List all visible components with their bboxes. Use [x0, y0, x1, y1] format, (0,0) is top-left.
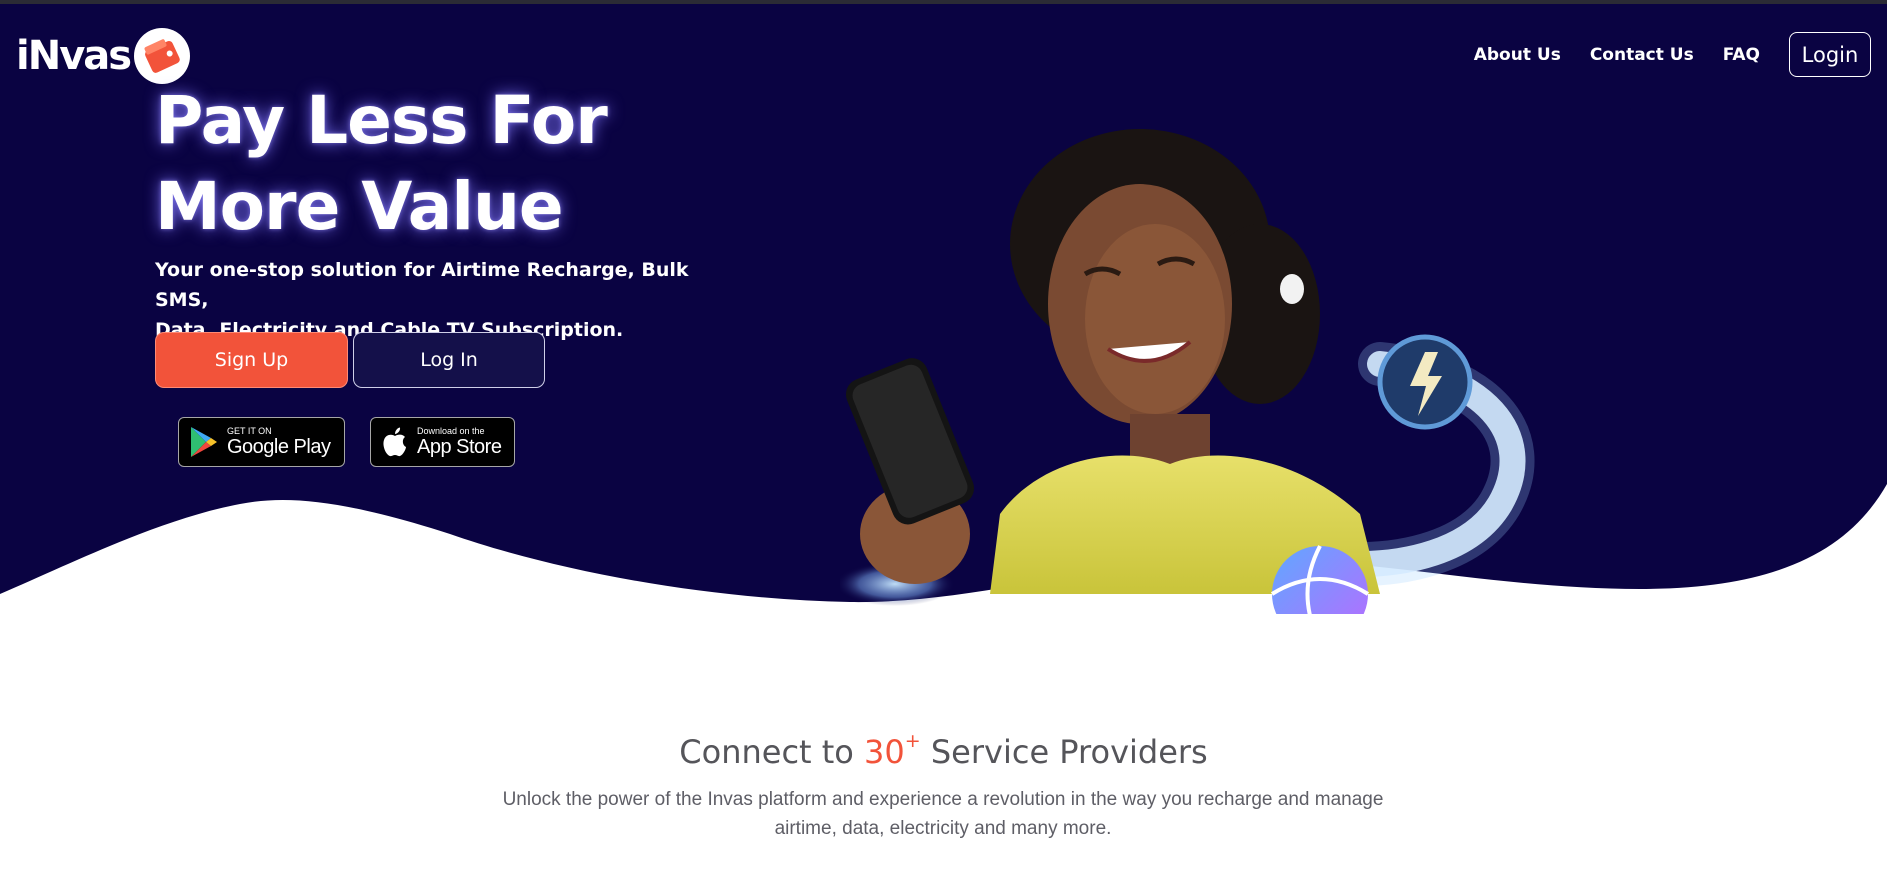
- sign-up-button[interactable]: Sign Up: [155, 332, 348, 388]
- hero-title: Pay Less For More Value: [155, 78, 775, 250]
- providers-title-prefix: Connect to: [679, 733, 854, 771]
- app-store-small-text: Download on the: [417, 426, 485, 436]
- hero-section: iNvas About Us Contact Us FAQ Login Pay …: [0, 4, 1887, 624]
- logo[interactable]: iNvas: [16, 26, 191, 86]
- google-play-big-text: Google Play: [227, 436, 331, 458]
- hero-subtitle-line-1: Your one-stop solution for Airtime Recha…: [155, 259, 689, 311]
- logo-text: iNvas: [16, 33, 132, 79]
- providers-description-line-2: airtime, data, electricity and many more…: [774, 818, 1112, 839]
- nav-contact-us[interactable]: Contact Us: [1590, 45, 1694, 65]
- apple-icon: [383, 427, 406, 457]
- hero-title-line-2: More Value: [155, 168, 564, 245]
- providers-description: Unlock the power of the Invas platform a…: [443, 785, 1443, 843]
- app-store-big-text: App Store: [417, 436, 502, 458]
- app-store-badge[interactable]: Download on the App Store: [370, 417, 515, 467]
- wallet-logo-icon: [134, 28, 191, 84]
- providers-description-line-1: Unlock the power of the Invas platform a…: [502, 789, 1384, 810]
- google-play-icon: [191, 427, 217, 457]
- nav-faq[interactable]: FAQ: [1723, 45, 1760, 65]
- providers-count: 30: [864, 733, 905, 771]
- nav-about-us[interactable]: About Us: [1474, 45, 1561, 65]
- hero-illustration: [840, 129, 1535, 614]
- providers-count-suffix: +: [904, 730, 921, 753]
- providers-title-suffix: Service Providers: [930, 733, 1208, 771]
- providers-title: Connect to 30+ Service Providers: [0, 730, 1887, 771]
- google-play-badge[interactable]: GET IT ON Google Play: [178, 417, 345, 467]
- log-in-button[interactable]: Log In: [353, 332, 545, 388]
- header-login-button[interactable]: Login: [1789, 32, 1871, 77]
- main-nav: About Us Contact Us FAQ Login: [1474, 32, 1871, 77]
- hero-title-line-1: Pay Less For: [155, 82, 608, 159]
- google-play-small-text: GET IT ON: [227, 426, 272, 436]
